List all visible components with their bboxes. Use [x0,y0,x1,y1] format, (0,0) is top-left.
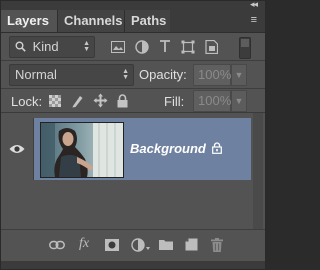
tab-paths[interactable]: Paths [124,10,170,32]
layer-row-background[interactable]: Background [1,118,251,180]
lock-image-pixels-icon[interactable] [71,94,84,108]
type-filter-icon[interactable] [159,40,171,53]
layer-thumbnail [40,122,124,178]
visibility-toggle[interactable] [1,118,34,180]
opacity-label: Opacity: [139,67,187,82]
dropdown-arrows-icon: ▲ ▼ [122,68,129,81]
lock-row: Lock: Fill: 100% ▼ [1,89,265,113]
dropdown-arrows-icon: ▲ ▼ [83,40,90,53]
tab-channels[interactable]: Channels [57,10,124,32]
collapse-panel-icon[interactable]: ◂◂ [250,0,258,10]
eye-icon[interactable] [9,144,25,154]
layers-bottom-toolbar: fx [1,229,265,262]
filter-kind-label: Kind [32,39,59,54]
filter-kind-dropdown[interactable]: Kind ▲ ▼ [9,36,95,58]
layers-panel: ◂◂ Layers Channels Paths ≡ Kind ▲ ▼ Norm… [0,0,266,270]
add-mask-icon[interactable] [105,239,119,251]
smart-object-filter-icon[interactable] [205,40,218,54]
link-layers-icon[interactable] [49,240,65,250]
adjustment-filter-icon[interactable] [135,40,149,54]
lock-label: Lock: [11,94,43,109]
filter-toggle-switch[interactable] [239,37,251,59]
filter-row: Kind ▲ ▼ [1,33,265,61]
blend-row: Normal ▲ ▼ Opacity: 100% ▼ [1,61,265,89]
shape-filter-icon[interactable] [181,40,195,54]
layer-name[interactable]: Background [130,141,206,156]
new-group-icon[interactable] [159,239,173,250]
selected-layer-body[interactable]: Background [34,118,251,180]
fill-field[interactable]: 100% [193,90,231,112]
image-filter-icon[interactable] [111,41,125,53]
panel-tab-bar: Layers Channels Paths ≡ [1,10,265,33]
panel-bottom-edge [1,261,265,269]
blend-mode-value: Normal [15,67,57,82]
fill-dropdown-arrow[interactable]: ▼ [231,90,247,112]
blend-mode-dropdown[interactable]: Normal ▲ ▼ [9,64,134,86]
new-layer-icon[interactable] [185,238,198,251]
fill-label: Fill: [164,94,185,109]
opacity-dropdown-arrow[interactable]: ▼ [231,64,247,86]
layers-list: Background [1,113,265,229]
lock-transparent-pixels-icon[interactable] [49,95,61,107]
adjustment-layer-icon[interactable] [131,238,151,252]
panel-menu-icon[interactable]: ≡ [251,14,257,26]
opacity-field[interactable]: 100% [193,64,231,86]
layers-scrollbar[interactable] [253,113,263,229]
tab-layers[interactable]: Layers [1,10,57,32]
lock-position-icon[interactable] [93,93,108,108]
panel-header-strip: ◂◂ [1,0,265,10]
fx-icon[interactable]: fx [79,236,89,252]
lock-all-icon[interactable] [117,94,128,108]
layer-lock-icon [212,142,222,154]
search-icon [15,37,29,57]
delete-layer-icon[interactable] [211,238,223,252]
